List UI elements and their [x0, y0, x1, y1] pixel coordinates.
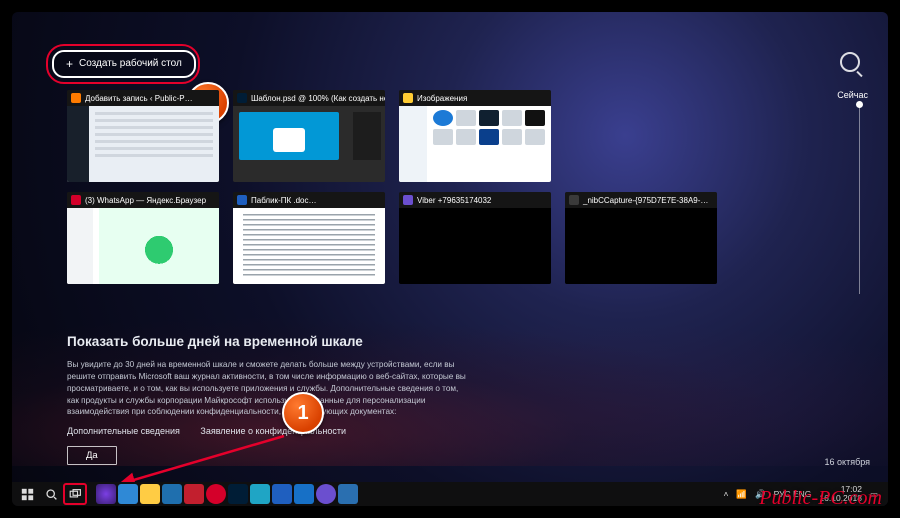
new-desktop-button[interactable]: + Создать рабочий стол	[52, 50, 196, 78]
taskbar-app-yandex[interactable]	[206, 484, 226, 504]
timeline-cards-grid: Добавить запись ‹ Public-P… Шаблон.psd @…	[67, 90, 717, 284]
card-photoshop[interactable]: Шаблон.psd @ 100% (Как создать несколько…	[233, 90, 385, 182]
task-view-button[interactable]	[64, 484, 86, 504]
taskbar-app-ps[interactable]	[228, 484, 248, 504]
yandex-icon	[71, 195, 81, 205]
timeline-now-label: Сейчас	[837, 90, 868, 100]
thumb-capture	[565, 208, 717, 284]
search-icon[interactable]	[840, 52, 860, 72]
thumb-explorer	[399, 106, 551, 182]
timeline-date: 16 октября	[825, 457, 870, 467]
promo-link-privacy[interactable]: Заявление о конфиденциальности	[200, 426, 346, 436]
taskbar: ˄ 📶 🔊 РУС ENG 17:02 16.10.2018 ▭	[12, 482, 888, 506]
annotation-badge-1: 1	[282, 392, 324, 434]
task-view-screen: + Создать рабочий стол 2 Сейчас 16 октяб…	[12, 12, 888, 506]
tray-network-icon[interactable]: 📶	[736, 489, 747, 500]
search-button[interactable]	[40, 484, 62, 504]
card-capture[interactable]: _nibCCapture-{975D7E7E-38A9-…	[565, 192, 717, 284]
card-viber[interactable]: Viber +79635174032	[399, 192, 551, 284]
capture-icon	[569, 195, 579, 205]
explorer-icon	[403, 93, 413, 103]
thumb-photoshop	[233, 106, 385, 182]
watermark: Public-PC.com	[759, 487, 882, 510]
card-explorer[interactable]: Изображения	[399, 90, 551, 182]
taskbar-app-mail[interactable]	[294, 484, 314, 504]
taskbar-app-1[interactable]	[96, 484, 116, 504]
timeline-scrollbar[interactable]	[859, 104, 860, 294]
timeline-promo: Показать больше дней на временной шкале …	[67, 334, 487, 465]
viber-icon	[403, 195, 413, 205]
card-yandex[interactable]: (3) WhatsApp — Яндекс.Браузер	[67, 192, 219, 284]
word-icon	[237, 195, 247, 205]
thumb-viber	[399, 208, 551, 284]
plus-icon: +	[66, 58, 73, 70]
promo-yes-button[interactable]: Да	[67, 446, 117, 465]
thumb-word	[233, 208, 385, 284]
card-word[interactable]: Паблик-ПК .doc…	[233, 192, 385, 284]
thumb-firefox	[67, 106, 219, 182]
taskbar-app-viber[interactable]	[316, 484, 336, 504]
taskbar-app-chat[interactable]	[250, 484, 270, 504]
taskbar-app-explorer[interactable]	[140, 484, 160, 504]
promo-body: Вы увидите до 30 дней на временной шкале…	[67, 359, 467, 418]
taskbar-app-word[interactable]	[272, 484, 292, 504]
taskbar-app-store[interactable]	[162, 484, 182, 504]
new-desktop-label: Создать рабочий стол	[79, 53, 182, 75]
photoshop-icon	[237, 93, 247, 103]
start-button[interactable]	[16, 484, 38, 504]
taskbar-app-2[interactable]	[118, 484, 138, 504]
tray-chevron-icon[interactable]: ˄	[723, 489, 728, 499]
taskbar-app-misc[interactable]	[338, 484, 358, 504]
taskbar-app-opera[interactable]	[184, 484, 204, 504]
firefox-icon	[71, 93, 81, 103]
thumb-yandex	[67, 208, 219, 284]
promo-link-more[interactable]: Дополнительные сведения	[67, 426, 180, 436]
card-firefox[interactable]: Добавить запись ‹ Public-P…	[67, 90, 219, 182]
promo-title: Показать больше дней на временной шкале	[67, 334, 487, 351]
